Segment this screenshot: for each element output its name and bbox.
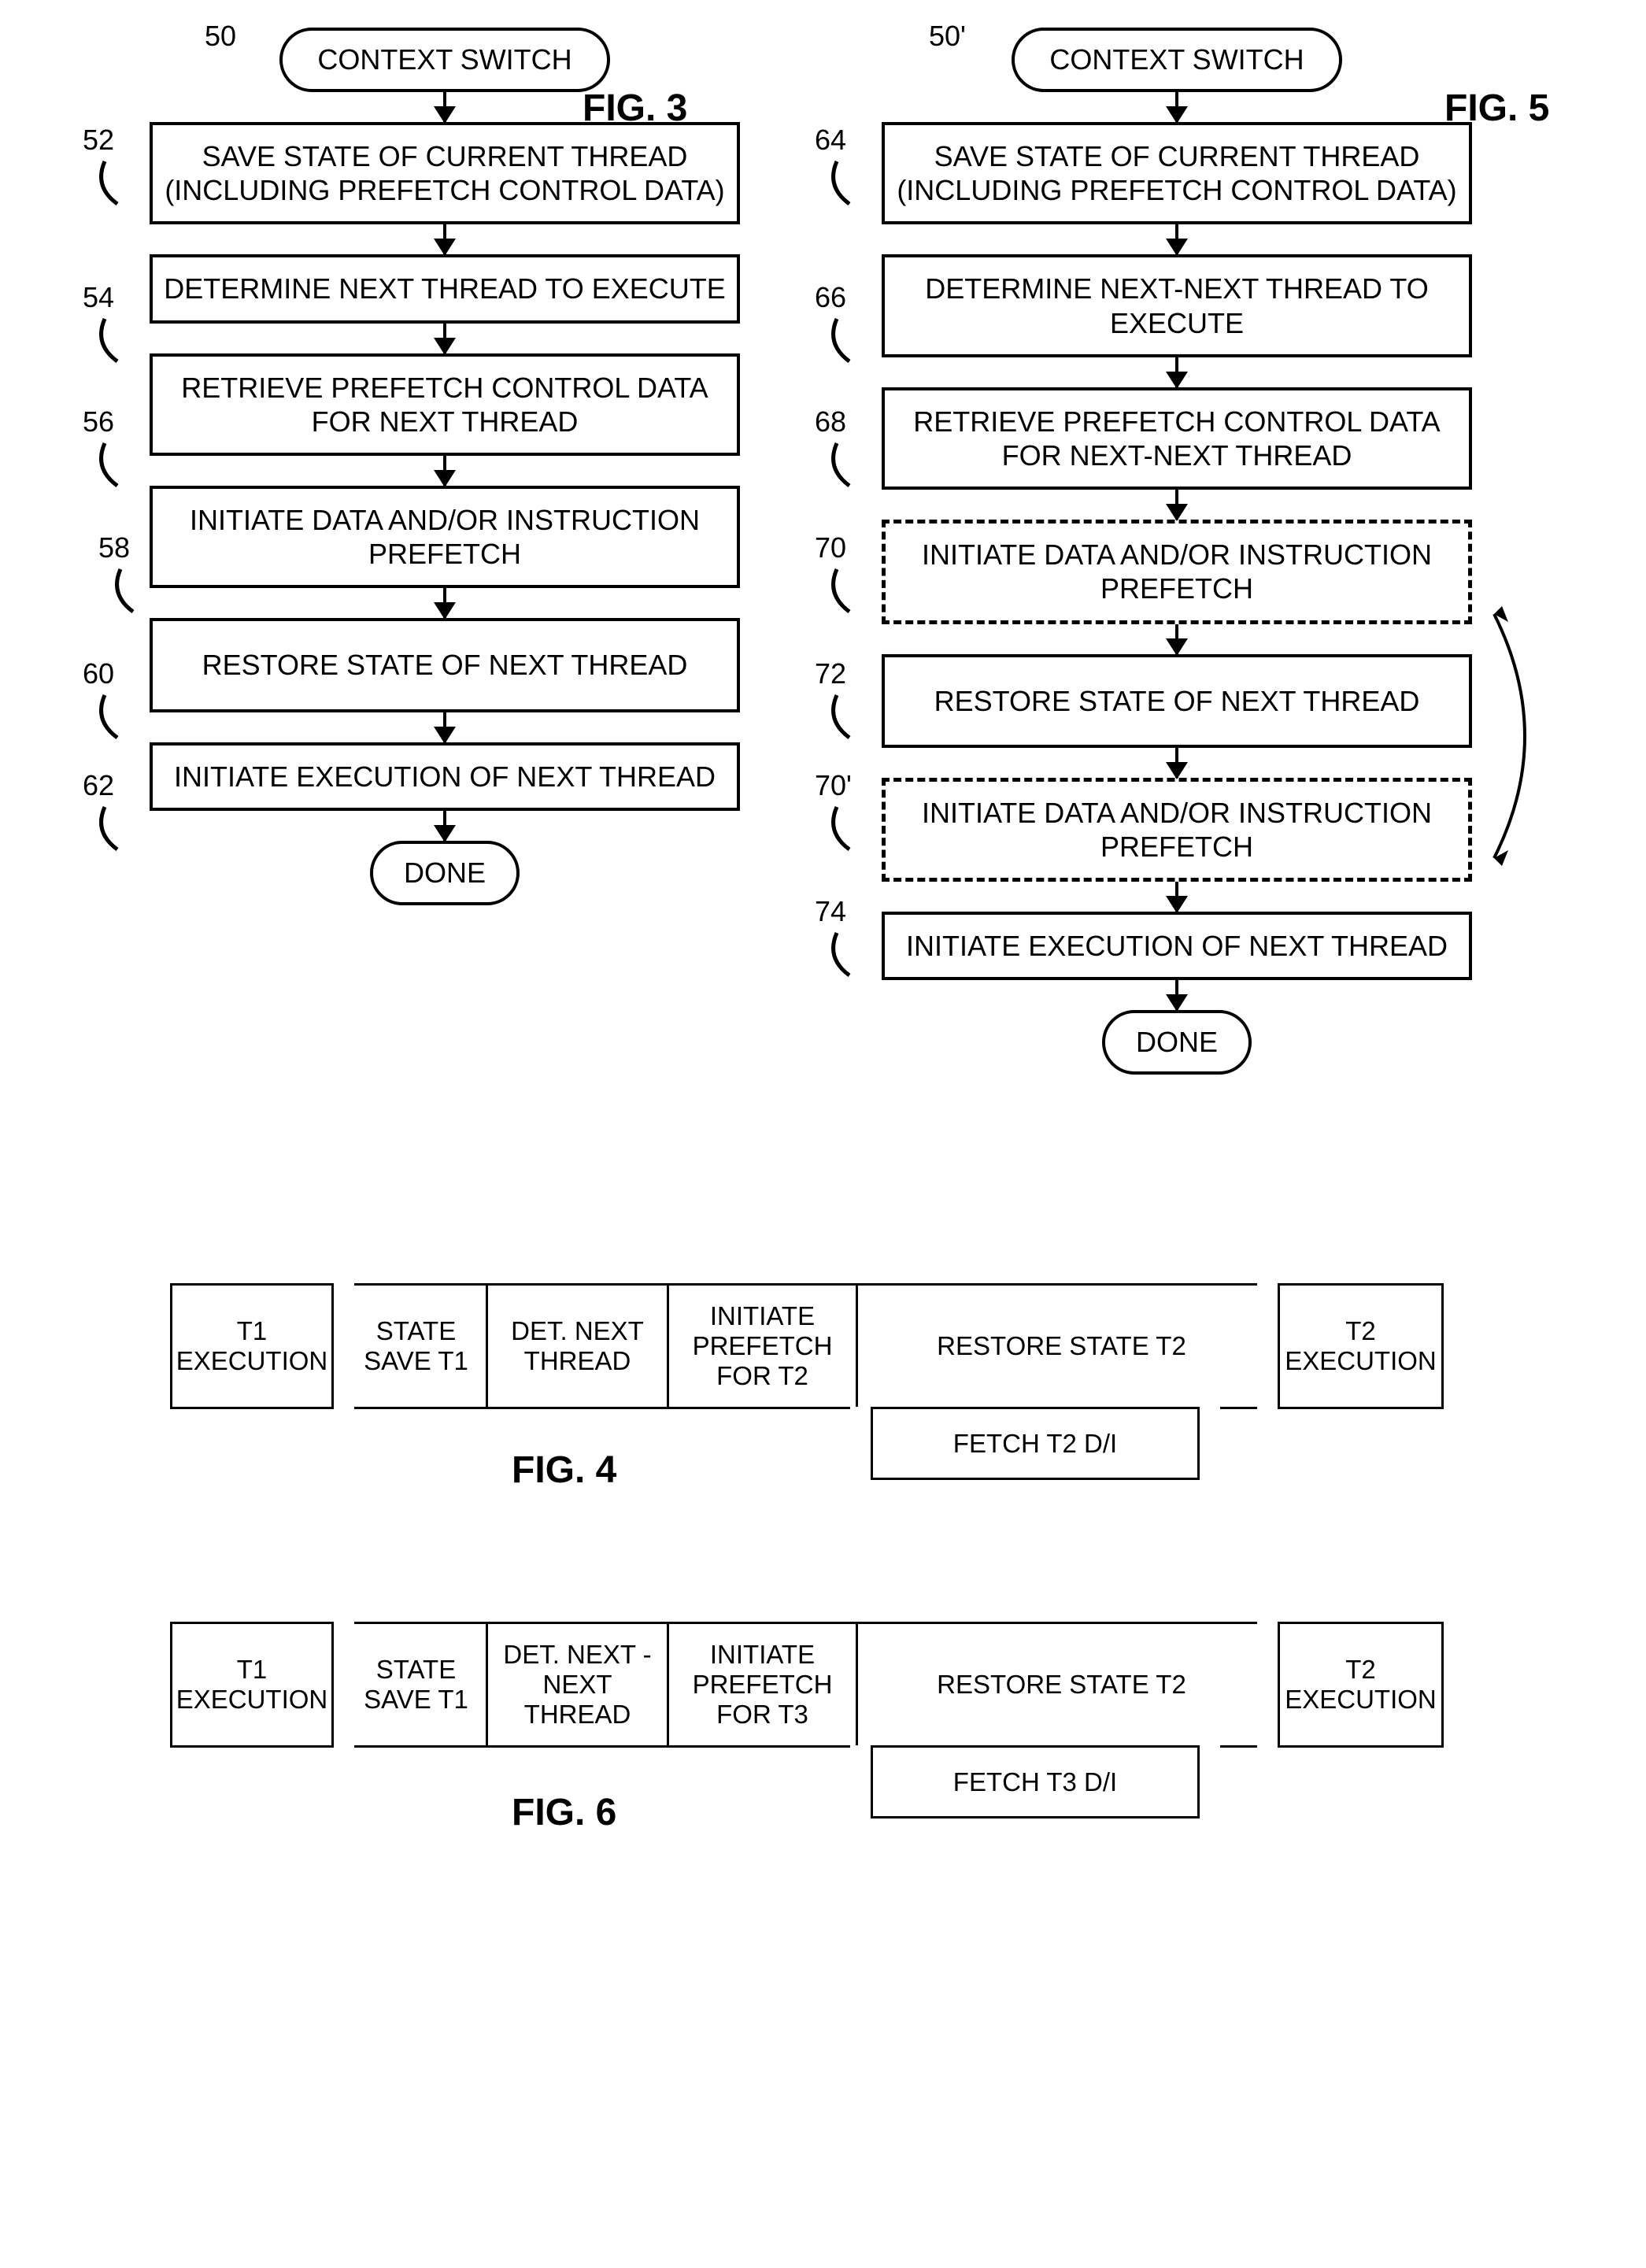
fig3-step-3: INITIATE DATA AND/OR INSTRUCTION PREFETC… [150, 486, 740, 588]
fig5-ref-5: 70' [815, 769, 852, 802]
fig5-step-1: DETERMINE NEXT-NEXT THREAD TO EXECUTE [882, 254, 1472, 357]
fig3-step-2: RETRIEVE PREFETCH CONTROL DATA FOR NEXT … [150, 353, 740, 456]
fig4-cell-0: T1 EXECUTION [157, 1283, 346, 1409]
arrow-down-icon [854, 490, 1500, 520]
fig3-flowchart: 50 CONTEXT SWITCH 52 SAVE STATE OF CURRE… [122, 28, 768, 905]
arrow-down-icon [122, 588, 768, 618]
fig5-step-5: INITIATE DATA AND/OR INSTRUCTION PREFETC… [882, 778, 1472, 882]
fig5-ref-6: 74 [815, 895, 846, 928]
fig5-step-4: RESTORE STATE OF NEXT THREAD [882, 654, 1472, 748]
fig5-start-ref: 50' [929, 20, 966, 53]
fig5-start-node: CONTEXT SWITCH [1012, 28, 1342, 92]
fig5-flowchart: 50' CONTEXT SWITCH 64 SAVE STATE OF CURR… [854, 28, 1500, 1075]
fig5-ref-1: 66 [815, 281, 846, 314]
arrow-down-icon [854, 980, 1500, 1010]
fig6-cell-1: STATE SAVE T1 [346, 1622, 488, 1748]
ref-tick-icon [830, 931, 873, 979]
fig3-step-1: DETERMINE NEXT THREAD TO EXECUTE [150, 254, 740, 323]
fig4-cell-5: T2 EXECUTION [1267, 1283, 1456, 1409]
fig3-ref-2: 56 [83, 405, 114, 438]
arrow-down-icon [122, 224, 768, 254]
ref-tick-icon [830, 694, 873, 741]
fig4-cell-3: INITIATE PREFETCH FOR T2 [669, 1283, 858, 1409]
fig6-timeline: T1 EXECUTION STATE SAVE T1 DET. NEXT -NE… [157, 1622, 1480, 1818]
double-arrow-curve-icon [1480, 598, 1574, 878]
arrow-down-icon [854, 748, 1500, 778]
fig4-cell-4: RESTORE STATE T2 [858, 1283, 1267, 1409]
fig3-start-node: CONTEXT SWITCH [279, 28, 610, 92]
fig3-ref-4: 60 [83, 657, 114, 690]
fig6-title: FIG. 6 [512, 1791, 616, 1834]
fig5-step-3: INITIATE DATA AND/OR INSTRUCTION PREFETC… [882, 520, 1472, 623]
arrow-down-icon [122, 324, 768, 353]
arrow-down-icon [854, 92, 1500, 122]
fig3-ref-3: 58 [98, 531, 130, 564]
ref-tick-icon [830, 160, 873, 207]
ref-tick-icon [830, 568, 873, 615]
fig6-cell-5: T2 EXECUTION [1267, 1622, 1456, 1748]
ref-tick-icon [830, 805, 873, 853]
fig3-start-ref: 50 [205, 20, 236, 53]
arrow-down-icon [122, 811, 768, 841]
fig4-cell-2: DET. NEXT THREAD [488, 1283, 669, 1409]
fig5-ref-3: 70 [815, 531, 846, 564]
fig3-step-0: SAVE STATE OF CURRENT THREAD (INCLUDING … [150, 122, 740, 224]
arrow-down-icon [122, 712, 768, 742]
ref-tick-icon [830, 442, 873, 489]
fig5-step-0: SAVE STATE OF CURRENT THREAD (INCLUDING … [882, 122, 1472, 224]
fig5-end-node: DONE [1102, 1010, 1252, 1075]
fig3-ref-1: 54 [83, 281, 114, 314]
ref-tick-icon [98, 160, 141, 207]
fig6-cell-3: INITIATE PREFETCH FOR T3 [669, 1622, 858, 1748]
arrow-down-icon [854, 624, 1500, 654]
fig4-title: FIG. 4 [512, 1448, 616, 1492]
arrow-down-icon [854, 882, 1500, 912]
arrow-down-icon [854, 357, 1500, 387]
fig4-cell-1: STATE SAVE T1 [346, 1283, 488, 1409]
fig5-step-6: INITIATE EXECUTION OF NEXT THREAD [882, 912, 1472, 980]
arrow-down-icon [854, 224, 1500, 254]
fig6-cell-2: DET. NEXT -NEXT THREAD [488, 1622, 669, 1748]
fig3-step-4: RESTORE STATE OF NEXT THREAD [150, 618, 740, 712]
fig3-end-node: DONE [370, 841, 520, 905]
fig5-ref-2: 68 [815, 405, 846, 438]
fig6-cell-0: T1 EXECUTION [157, 1622, 346, 1748]
fig3-ref-0: 52 [83, 124, 114, 157]
arrow-down-icon [122, 92, 768, 122]
fig5-ref-4: 72 [815, 657, 846, 690]
fig3-step-5: INITIATE EXECUTION OF NEXT THREAD [150, 742, 740, 811]
fig6-under: FETCH T3 D/I [953, 1767, 1117, 1797]
fig3-ref-5: 62 [83, 769, 114, 802]
arrow-down-icon [122, 456, 768, 486]
fig6-cell-4: RESTORE STATE T2 [858, 1622, 1267, 1748]
fig4-under: FETCH T2 D/I [953, 1429, 1117, 1459]
fig5-ref-0: 64 [815, 124, 846, 157]
fig5-step-2: RETRIEVE PREFETCH CONTROL DATA FOR NEXT-… [882, 387, 1472, 490]
fig4-timeline: T1 EXECUTION STATE SAVE T1 DET. NEXT THR… [157, 1283, 1480, 1480]
